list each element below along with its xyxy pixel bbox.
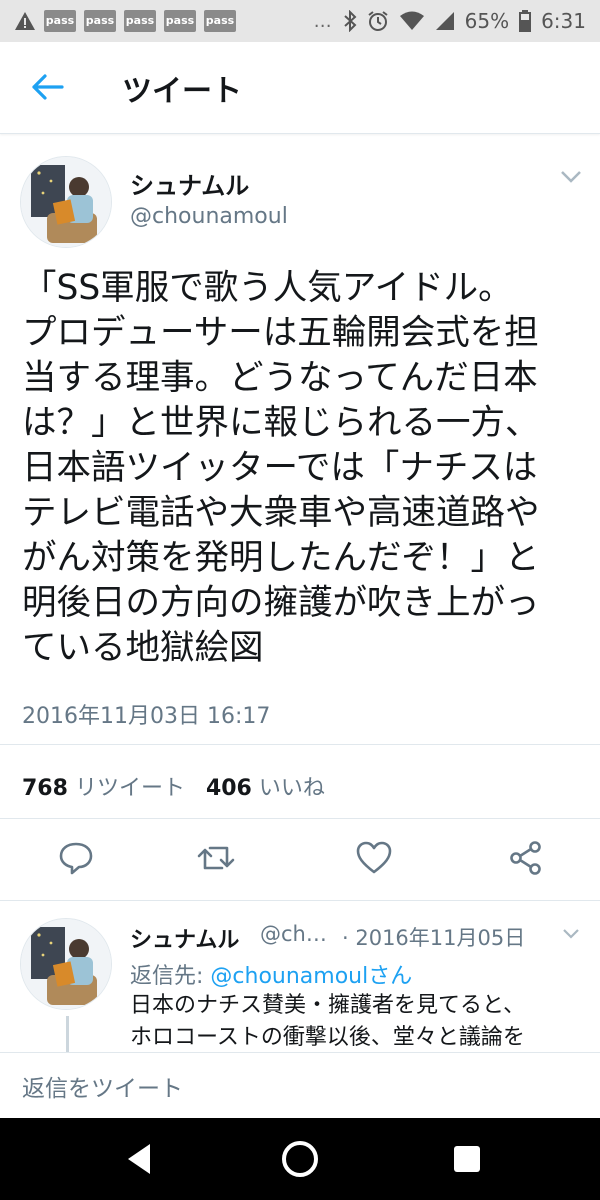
reply-author-name[interactable]: シュナムル [130, 922, 239, 954]
reply-to-line: 返信先: @chounamoulさん [130, 958, 412, 990]
pass-app-icon: pass [84, 10, 116, 32]
divider [0, 900, 600, 901]
alarm-icon [368, 11, 388, 31]
engagement-counts: 768 リツイート 406 いいね [22, 770, 325, 802]
thread-line [66, 1016, 69, 1056]
page-title: ツイート [122, 74, 242, 109]
pass-app-icon: pass [164, 10, 196, 32]
divider [0, 744, 600, 745]
divider [0, 818, 600, 819]
reply-compose-bar[interactable]: 返信をツイート [0, 1052, 600, 1118]
author-name[interactable]: シュナムル [130, 166, 249, 201]
more-notifications-icon: … [313, 10, 333, 32]
reply-author-handle[interactable]: @ch… [260, 922, 327, 946]
signal-icon [435, 12, 454, 30]
avatar[interactable] [20, 918, 112, 1010]
battery-percent: 65% [464, 9, 510, 33]
nav-home-icon[interactable] [279, 1138, 321, 1180]
nav-back-icon[interactable] [120, 1138, 162, 1180]
pass-app-icon: pass [204, 10, 236, 32]
reply-date[interactable]: · 2016年11月05日 [342, 922, 525, 952]
navigation-bar [0, 1118, 600, 1200]
tweet-actions [0, 838, 600, 886]
pass-app-icon: pass [124, 10, 156, 32]
reply-icon[interactable] [56, 838, 96, 878]
chevron-down-icon[interactable] [560, 170, 582, 184]
heart-icon[interactable] [354, 838, 394, 878]
reply-to-user-link[interactable]: @chounamoulさん [210, 964, 412, 989]
clock: 6:31 [541, 9, 586, 33]
battery-icon [519, 10, 532, 32]
wifi-icon [399, 11, 424, 30]
reply-text: 日本のナチス賛美・擁護者を見てると、 ホロコーストの衝撃以後、堂々と議論を [130, 993, 526, 1050]
reply-to-prefix: 返信先: [130, 964, 211, 989]
author-handle[interactable]: @chounamoul [130, 204, 288, 229]
back-arrow-icon[interactable] [30, 72, 64, 102]
tweet-text: 「SS軍服で歌う人気アイドル。 プロデューサーは五輪開会式を担 当する理事。どう… [22, 268, 540, 668]
app-header: ツイート [0, 42, 600, 134]
chevron-down-icon[interactable] [562, 928, 580, 940]
status-bar: pass pass pass pass pass … 65% 6:31 [0, 0, 600, 42]
retweet-count[interactable]: 768 [22, 776, 68, 801]
pass-app-icon: pass [44, 10, 76, 32]
nav-recents-icon[interactable] [446, 1138, 488, 1180]
avatar[interactable] [20, 156, 112, 248]
bluetooth-icon [343, 10, 357, 32]
share-icon[interactable] [506, 838, 546, 878]
like-label[interactable]: いいね [259, 776, 325, 801]
like-count[interactable]: 406 [206, 776, 252, 801]
tweet-timestamp: 2016年11月03日 16:17 [22, 704, 271, 729]
reply-input[interactable]: 返信をツイート [22, 1069, 183, 1103]
warning-icon [15, 12, 35, 30]
retweet-label[interactable]: リツイート [75, 776, 185, 801]
retweet-icon[interactable] [196, 838, 236, 878]
